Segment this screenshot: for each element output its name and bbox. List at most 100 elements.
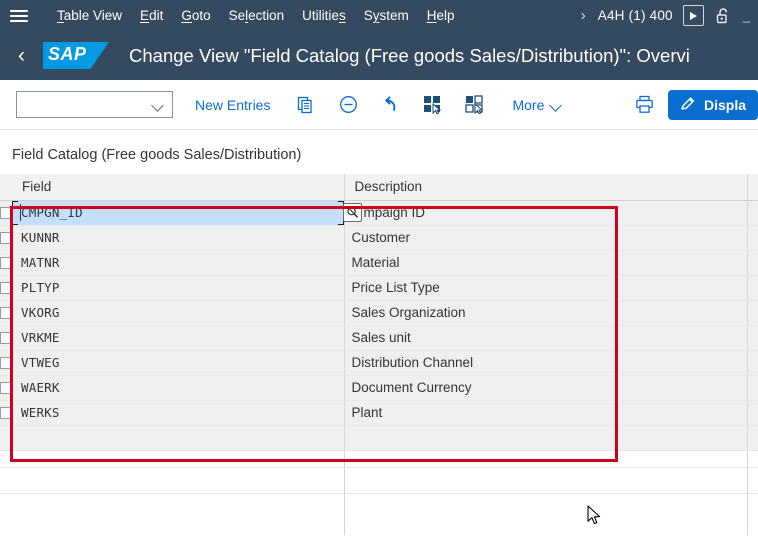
description-cell[interactable]: Customer bbox=[344, 225, 748, 251]
field-cell[interactable]: KUNNR bbox=[12, 225, 345, 251]
description-value: Document Currency bbox=[351, 380, 472, 395]
column-header-description[interactable]: Description bbox=[344, 174, 748, 201]
section-title: Field Catalog (Free goods Sales/Distribu… bbox=[12, 147, 302, 163]
description-value: Material bbox=[351, 255, 400, 270]
row-checkbox[interactable] bbox=[0, 257, 12, 270]
row-checkbox[interactable] bbox=[0, 282, 12, 295]
row-checkbox-cell[interactable] bbox=[0, 300, 12, 326]
description-value: Customer bbox=[351, 230, 411, 245]
field-cell[interactable]: VTWEG bbox=[12, 350, 345, 376]
hamburger-menu-icon[interactable] bbox=[10, 6, 32, 26]
execute-play-icon[interactable] bbox=[682, 5, 704, 26]
menu-item-edit[interactable]: Edit bbox=[131, 5, 172, 26]
menu-item-table-view[interactable]: Table View bbox=[48, 5, 131, 26]
row-checkbox-cell[interactable] bbox=[0, 325, 12, 351]
field-cell[interactable]: CMPGN_ID bbox=[12, 200, 345, 226]
column-header-field[interactable]: Field bbox=[12, 174, 345, 201]
row-checkbox-cell[interactable] bbox=[0, 250, 12, 276]
menu-overflow-chevron-icon[interactable]: › bbox=[577, 8, 598, 23]
table-filler-area bbox=[0, 450, 758, 535]
description-cell[interactable]: Price List Type bbox=[344, 275, 748, 301]
description-cell[interactable]: Sales unit bbox=[344, 325, 748, 351]
table-row[interactable]: KUNNR Customer bbox=[0, 225, 758, 251]
description-cell[interactable]: Document Currency bbox=[344, 375, 748, 401]
chevron-down-icon bbox=[153, 101, 164, 108]
field-cell[interactable]: PLTYP bbox=[12, 275, 345, 301]
description-cell[interactable]: Plant bbox=[344, 400, 748, 426]
filler-row-divider bbox=[0, 466, 758, 468]
field-cell[interactable]: VKORG bbox=[12, 300, 345, 326]
description-cell[interactable] bbox=[344, 425, 748, 451]
table-row[interactable] bbox=[0, 425, 758, 451]
new-entries-button[interactable]: New Entries bbox=[185, 92, 280, 118]
field-value: WERKS bbox=[21, 405, 60, 420]
menu-item-goto[interactable]: Goto bbox=[172, 5, 219, 26]
more-menu-button[interactable]: More bbox=[504, 92, 570, 118]
table-row[interactable]: WAERK Document Currency bbox=[0, 375, 758, 401]
print-icon[interactable] bbox=[630, 90, 660, 120]
description-cell[interactable]: Distribution Channel bbox=[344, 350, 748, 376]
select-all-icon[interactable] bbox=[416, 90, 448, 120]
table-row[interactable]: PLTYP Price List Type bbox=[0, 275, 758, 301]
row-checkbox-cell[interactable] bbox=[0, 225, 12, 251]
display-change-label: Displa bbox=[703, 96, 746, 113]
display-change-button[interactable]: Displa bbox=[667, 89, 758, 120]
row-checkbox-cell[interactable] bbox=[0, 350, 12, 376]
table-row[interactable]: VTWEG Distribution Channel bbox=[0, 350, 758, 376]
column-header-tail bbox=[747, 174, 758, 201]
field-cell[interactable]: WERKS bbox=[12, 400, 345, 426]
unlocked-padlock-icon[interactable] bbox=[713, 5, 734, 26]
row-checkbox[interactable] bbox=[0, 207, 12, 220]
row-checkbox-cell[interactable] bbox=[0, 275, 12, 301]
back-button[interactable]: ‹ bbox=[18, 45, 25, 66]
application-toolbar: New Entries More Displa bbox=[0, 80, 758, 130]
table-row[interactable]: CMPGN_ID mpaign ID bbox=[0, 200, 758, 226]
description-value: Sales unit bbox=[351, 330, 411, 345]
table-row[interactable]: VRKME Sales unit bbox=[0, 325, 758, 351]
row-checkbox[interactable] bbox=[0, 307, 12, 320]
row-checkbox-cell[interactable] bbox=[0, 375, 12, 401]
menu-item-utilities[interactable]: Utilities bbox=[293, 5, 355, 26]
row-checkbox-cell[interactable] bbox=[0, 400, 12, 426]
field-cell[interactable]: MATNR bbox=[12, 250, 345, 276]
row-checkbox-cell[interactable] bbox=[0, 200, 12, 226]
menubar-tail-glyph: _ bbox=[742, 8, 750, 23]
field-cell[interactable] bbox=[12, 425, 345, 451]
description-cell[interactable]: Material bbox=[344, 250, 748, 276]
field-cell[interactable]: VRKME bbox=[12, 325, 345, 351]
view-selector-combobox[interactable] bbox=[16, 91, 173, 118]
row-checkbox[interactable] bbox=[0, 357, 12, 370]
menu-item-system[interactable]: System bbox=[355, 5, 418, 26]
undo-arrow-icon[interactable] bbox=[374, 90, 406, 120]
menu-item-help[interactable]: Help bbox=[418, 5, 464, 26]
edit-pencil-icon bbox=[680, 96, 697, 114]
value-help-search-icon[interactable] bbox=[343, 202, 362, 222]
description-cell[interactable]: mpaign ID bbox=[344, 200, 748, 226]
description-value: Plant bbox=[351, 405, 383, 420]
field-value: MATNR bbox=[21, 255, 60, 270]
field-value: VKORG bbox=[21, 305, 60, 320]
chevron-down-icon bbox=[551, 101, 562, 108]
row-checkbox[interactable] bbox=[0, 382, 12, 395]
row-checkbox[interactable] bbox=[0, 332, 12, 345]
row-tail-cell bbox=[747, 325, 758, 351]
row-checkbox-cell bbox=[0, 425, 12, 451]
table-row[interactable]: VKORG Sales Organization bbox=[0, 300, 758, 326]
row-checkbox[interactable] bbox=[0, 232, 12, 245]
delete-minus-circle-icon[interactable] bbox=[332, 90, 364, 120]
row-tail-cell bbox=[747, 300, 758, 326]
description-cell[interactable]: Sales Organization bbox=[344, 300, 748, 326]
row-tail-cell bbox=[747, 250, 758, 276]
deselect-all-icon[interactable] bbox=[458, 90, 490, 120]
table-row[interactable]: MATNR Material bbox=[0, 250, 758, 276]
copy-as-icon[interactable] bbox=[290, 90, 322, 120]
filler-row-divider bbox=[0, 492, 758, 494]
column-header-select[interactable] bbox=[0, 174, 12, 201]
row-tail-cell bbox=[747, 350, 758, 376]
row-checkbox[interactable] bbox=[0, 407, 12, 420]
sap-logo: SAP bbox=[43, 42, 109, 69]
field-value: VTWEG bbox=[21, 355, 60, 370]
menu-item-selection[interactable]: Selection bbox=[220, 5, 294, 26]
field-cell[interactable]: WAERK bbox=[12, 375, 345, 401]
table-row[interactable]: WERKS Plant bbox=[0, 400, 758, 426]
